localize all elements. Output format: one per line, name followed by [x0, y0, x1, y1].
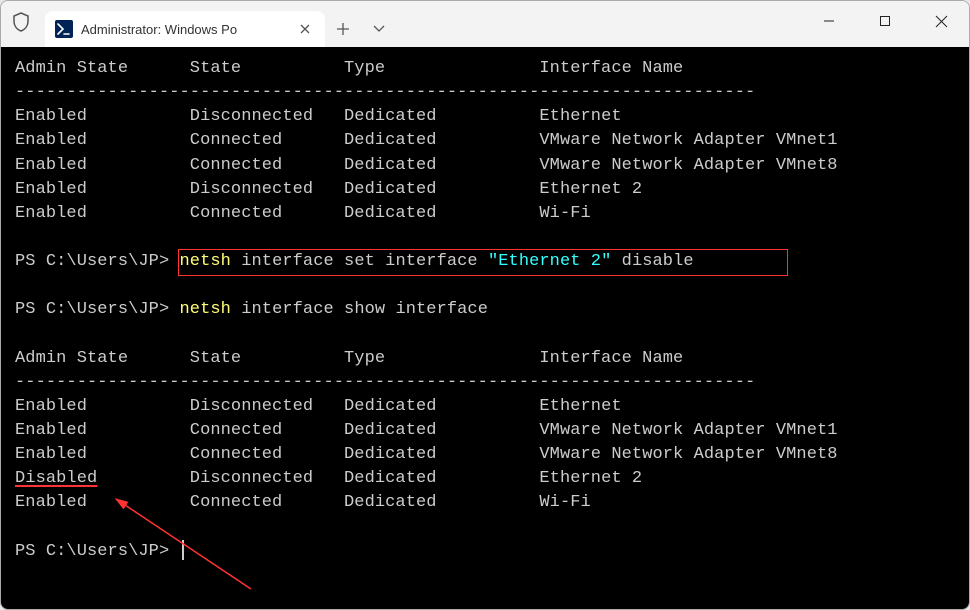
table-header: Admin State State Type Interface Name — [15, 57, 955, 81]
blank-line — [15, 515, 955, 539]
table-row: Enabled Disconnected Dedicated Ethernet — [15, 395, 955, 419]
table-row: Enabled Connected Dedicated Wi-Fi — [15, 491, 955, 515]
command-line-1: PS C:\Users\JP> netsh interface set inte… — [15, 250, 955, 274]
window-controls — [801, 1, 969, 47]
table-row: Enabled Connected Dedicated Wi-Fi — [15, 202, 955, 226]
blank-line — [15, 226, 955, 250]
tab-close-button[interactable] — [295, 19, 315, 39]
table-header: Admin State State Type Interface Name — [15, 347, 955, 371]
shield-icon — [1, 1, 41, 47]
close-button[interactable] — [913, 1, 969, 41]
table-separator: ----------------------------------------… — [15, 371, 955, 395]
table-row: Enabled Connected Dedicated VMware Netwo… — [15, 419, 955, 443]
table-row: Enabled Connected Dedicated VMware Netwo… — [15, 154, 955, 178]
tab-title: Administrator: Windows Po — [81, 22, 287, 37]
command-line-2: PS C:\Users\JP> netsh interface show int… — [15, 298, 955, 322]
table-row: Enabled Disconnected Dedicated Ethernet — [15, 105, 955, 129]
maximize-button[interactable] — [857, 1, 913, 41]
terminal-content[interactable]: Admin State State Type Interface Name --… — [1, 47, 969, 609]
blank-line — [15, 322, 955, 346]
prompt-line: PS C:\Users\JP> — [15, 540, 955, 564]
table1-rows: Enabled Disconnected Dedicated EthernetE… — [15, 105, 955, 226]
new-tab-button[interactable] — [325, 11, 361, 47]
table-separator: ----------------------------------------… — [15, 81, 955, 105]
titlebar: Administrator: Windows Po — [1, 1, 969, 47]
tab-powershell[interactable]: Administrator: Windows Po — [45, 11, 325, 47]
blank-line — [15, 274, 955, 298]
app-window: Administrator: Windows Po Admin State St… — [0, 0, 970, 610]
powershell-icon — [55, 20, 73, 38]
table-row: Enabled Disconnected Dedicated Ethernet … — [15, 178, 955, 202]
cursor — [182, 540, 184, 560]
minimize-button[interactable] — [801, 1, 857, 41]
table-row: Enabled Connected Dedicated VMware Netwo… — [15, 443, 955, 467]
table-row: Enabled Connected Dedicated VMware Netwo… — [15, 129, 955, 153]
table2-rows: Enabled Disconnected Dedicated EthernetE… — [15, 395, 955, 516]
table-row: Disabled Disconnected Dedicated Ethernet… — [15, 467, 955, 491]
tab-dropdown-button[interactable] — [361, 11, 397, 47]
